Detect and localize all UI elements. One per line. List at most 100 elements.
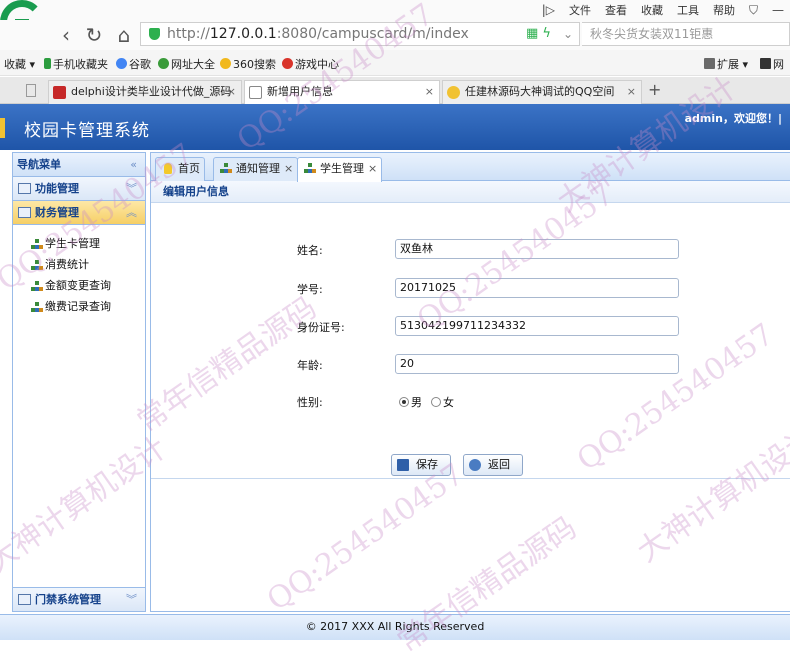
bookmark-360search[interactable]: 360搜索 — [220, 56, 276, 72]
browser-tab-2[interactable]: 新增用户信息 × — [244, 80, 440, 105]
bookmark-google[interactable]: 谷歌 — [116, 56, 151, 72]
extensions-button[interactable]: 扩展 ▾ — [704, 56, 748, 72]
window-icon — [18, 594, 31, 605]
tree-icon — [31, 302, 43, 312]
google-icon — [116, 58, 127, 69]
tree-icon — [304, 163, 316, 174]
globe-icon — [158, 58, 169, 69]
gender-male-radio[interactable]: 男 — [399, 394, 422, 410]
search-input[interactable]: 秋冬尖货女装双11钜惠 — [582, 22, 790, 46]
window-icon — [18, 183, 31, 194]
bookmark-hao[interactable]: 网址大全 — [158, 56, 215, 72]
student-id-label: 学号: — [297, 283, 323, 296]
tree-icon — [31, 239, 43, 249]
sidebar-item-consumption-stats[interactable]: 消费统计 — [13, 254, 145, 275]
sidebar-item-payment-records[interactable]: 缴费记录查询 — [13, 296, 145, 317]
site-favicon — [53, 86, 66, 99]
shirt-icon[interactable]: ⛉ — [749, 3, 758, 18]
age-field[interactable]: 20 — [395, 354, 679, 374]
refresh-icon[interactable]: ↻ — [82, 23, 106, 47]
close-tab-icon[interactable]: × — [627, 81, 636, 103]
sidebar: 导航菜单 « 功能管理 ︾ 财务管理 ︽ 学生卡管理 消费统计 金额变更查询 缴… — [12, 152, 146, 612]
secure-shield-icon — [149, 28, 160, 40]
expand-down-icon[interactable]: ︾ — [126, 177, 137, 201]
bookmark-mobile[interactable]: 手机收藏夹 — [44, 56, 108, 72]
menu-view[interactable]: 查看 — [605, 2, 627, 18]
name-field[interactable]: 双鱼林 — [395, 239, 679, 259]
new-tab-button[interactable]: + — [648, 80, 661, 99]
form-title: 编辑用户信息 — [151, 181, 790, 203]
star-favicon — [447, 86, 460, 99]
tab-student-management[interactable]: 学生管理 × — [297, 157, 382, 182]
url-path: :8080/campuscard/m/index — [276, 26, 469, 42]
app-title: 校园卡管理系统 — [24, 121, 150, 141]
address-bar[interactable]: http://127.0.0.1:8080/campuscard/m/index… — [140, 22, 580, 46]
close-tab-icon[interactable]: × — [227, 81, 236, 103]
url-prefix: http:// — [167, 26, 210, 42]
menu-tools[interactable]: 工具 — [677, 2, 699, 18]
url-host: 127.0.0.1 — [209, 26, 277, 42]
id-card-field[interactable]: 513042199711234332 — [395, 316, 679, 336]
panel-finance-management[interactable]: 财务管理 ︽ — [13, 201, 145, 225]
bookmark-net[interactable]: 网 — [760, 56, 784, 72]
browser-tabbar: delphi设计类毕业设计代做_源码 × 新增用户信息 × 任建林源码大神调试的… — [0, 77, 790, 105]
panel-access-control[interactable]: 门禁系统管理 ︾ — [13, 587, 145, 611]
menu-file[interactable]: 文件 — [569, 2, 591, 18]
name-label: 姓名: — [297, 244, 323, 257]
qr-code-icon[interactable]: ▦ ϟ — [526, 23, 551, 45]
sidebar-item-amount-change[interactable]: 金额变更查询 — [13, 275, 145, 296]
bookmark-games[interactable]: 游戏中心 — [282, 56, 339, 72]
save-button[interactable]: 保存 — [391, 454, 451, 476]
page-favicon — [249, 86, 262, 99]
radio-selected-icon — [399, 397, 409, 407]
menu-help[interactable]: 帮助 — [713, 2, 735, 18]
close-tab-icon[interactable]: × — [368, 162, 377, 175]
close-tab-icon[interactable]: × — [284, 162, 293, 175]
browser-menu: |▷ 文件 查看 收藏 工具 帮助 ⛉ — — [542, 0, 784, 20]
main-panel: 首页 通知管理 × 学生管理 × 编辑用户信息 姓名: 双鱼林 学号: 201710… — [150, 152, 790, 612]
tab-home[interactable]: 首页 — [155, 157, 205, 181]
game-icon — [282, 58, 293, 69]
app-header: 校园卡管理系统 admin，欢迎您！| — [0, 104, 790, 150]
back-arrow-icon[interactable]: ‹ — [54, 23, 78, 47]
browser-tab-3[interactable]: 任建林源码大神调试的QQ空间 × — [442, 80, 642, 104]
browser-titlebar: |▷ 文件 查看 收藏 工具 帮助 ⛉ — — [0, 0, 790, 20]
collapse-left-icon[interactable]: « — [130, 153, 137, 177]
browser-tab-1[interactable]: delphi设计类毕业设计代做_源码 × — [48, 80, 242, 104]
grid-icon — [704, 58, 715, 69]
tree-icon — [31, 260, 43, 270]
home-icon[interactable]: ⌂ — [112, 23, 136, 47]
welcome-text: admin，欢迎您！| — [684, 112, 782, 125]
student-id-field[interactable]: 20171025 — [395, 278, 679, 298]
close-tab-icon[interactable]: × — [425, 81, 434, 103]
minimize-icon[interactable]: — — [772, 3, 784, 17]
content-tabs: 首页 通知管理 × 学生管理 × — [151, 153, 790, 182]
lightbulb-icon — [164, 163, 172, 174]
expand-down-icon[interactable]: ︾ — [126, 588, 137, 612]
panel-function-management[interactable]: 功能管理 ︾ — [13, 177, 145, 201]
gender-label: 性别: — [297, 396, 323, 409]
menu-favorites[interactable]: 收藏 — [641, 2, 663, 18]
id-card-label: 身份证号: — [297, 321, 345, 334]
radio-unselected-icon — [431, 397, 441, 407]
tab-notice-management[interactable]: 通知管理 × — [213, 157, 298, 181]
footer: © 2017 XXX All Rights Reserved — [0, 614, 790, 640]
window-icon — [18, 207, 31, 218]
monitor-icon — [760, 58, 771, 69]
back-button[interactable]: 返回 — [463, 454, 523, 476]
dropdown-chevron-icon[interactable]: ⌄ — [563, 23, 573, 45]
back-arrow-icon — [469, 459, 481, 471]
phone-icon — [44, 58, 51, 69]
bookmarks-bar: 收藏 ▾ 手机收藏夹 谷歌 网址大全 360搜索 游戏中心 扩展 ▾ 网 — [0, 50, 790, 76]
form-divider — [151, 478, 790, 479]
bookmark-favorites[interactable]: 收藏 ▾ — [4, 56, 35, 72]
finance-menu: 学生卡管理 消费统计 金额变更查询 缴费记录查询 — [13, 225, 145, 317]
gender-female-radio[interactable]: 女 — [431, 394, 454, 410]
accent-strip — [0, 118, 5, 138]
sidebar-toggle-icon[interactable]: |▷ — [542, 3, 555, 17]
sidebar-header: 导航菜单 « — [13, 153, 145, 177]
tree-icon — [220, 163, 232, 174]
sidebar-item-student-card[interactable]: 学生卡管理 — [13, 233, 145, 254]
tab-list-icon[interactable] — [26, 84, 36, 97]
collapse-up-icon[interactable]: ︽ — [126, 201, 137, 225]
